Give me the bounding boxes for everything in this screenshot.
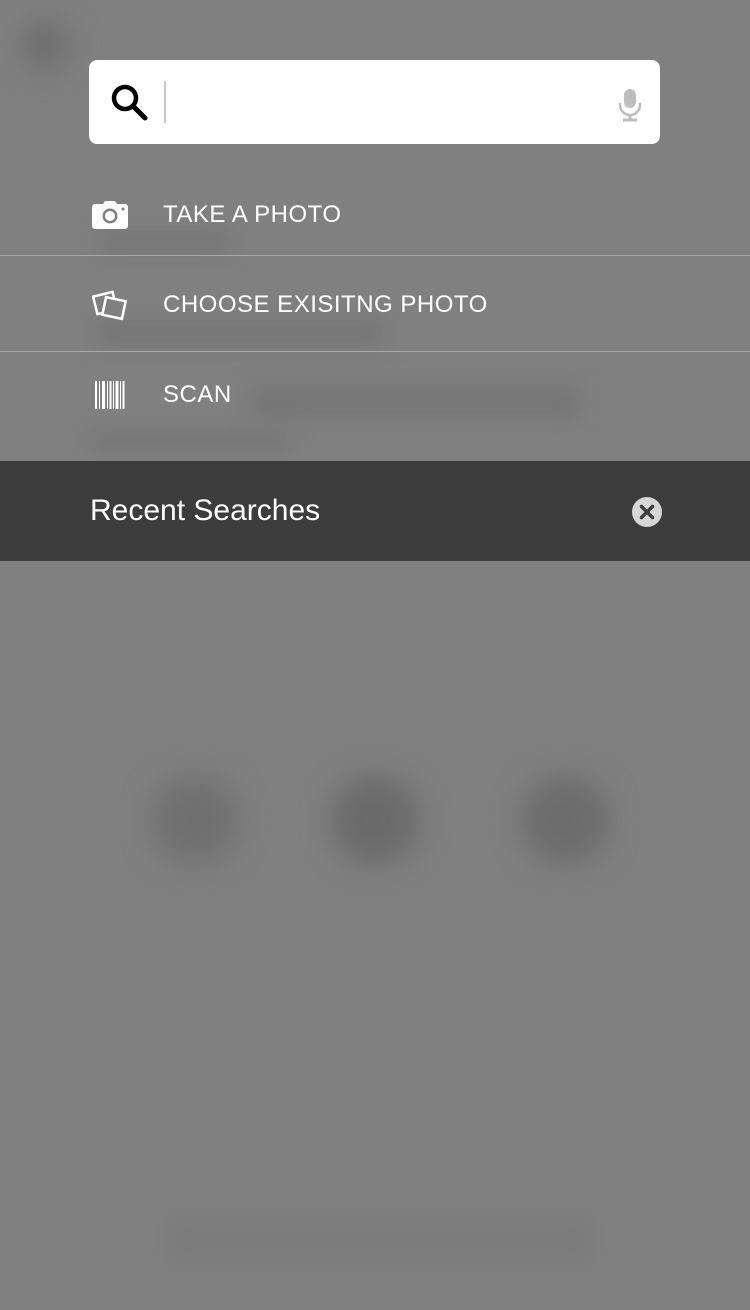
choose-existing-photo-label: CHOOSE EXISITNG PHOTO bbox=[163, 291, 488, 318]
choose-existing-photo-option[interactable]: CHOOSE EXISITNG PHOTO bbox=[0, 260, 750, 350]
recent-searches-header: Recent Searches bbox=[0, 461, 750, 561]
microphone-icon[interactable] bbox=[618, 88, 642, 122]
take-photo-label: TAKE A PHOTO bbox=[163, 201, 342, 228]
scan-label: SCAN bbox=[163, 381, 232, 408]
close-circle-icon[interactable] bbox=[631, 496, 663, 528]
camera-icon bbox=[92, 201, 128, 229]
search-input[interactable] bbox=[169, 72, 613, 134]
search-bar[interactable] bbox=[89, 60, 660, 144]
photos-icon bbox=[92, 290, 128, 321]
barcode-icon bbox=[95, 381, 125, 409]
divider bbox=[0, 255, 750, 256]
text-cursor bbox=[164, 81, 166, 123]
take-photo-option[interactable]: TAKE A PHOTO bbox=[0, 170, 750, 260]
scan-option[interactable]: SCAN bbox=[0, 350, 750, 440]
recent-searches-title: Recent Searches bbox=[90, 494, 321, 527]
search-icon bbox=[111, 84, 148, 121]
